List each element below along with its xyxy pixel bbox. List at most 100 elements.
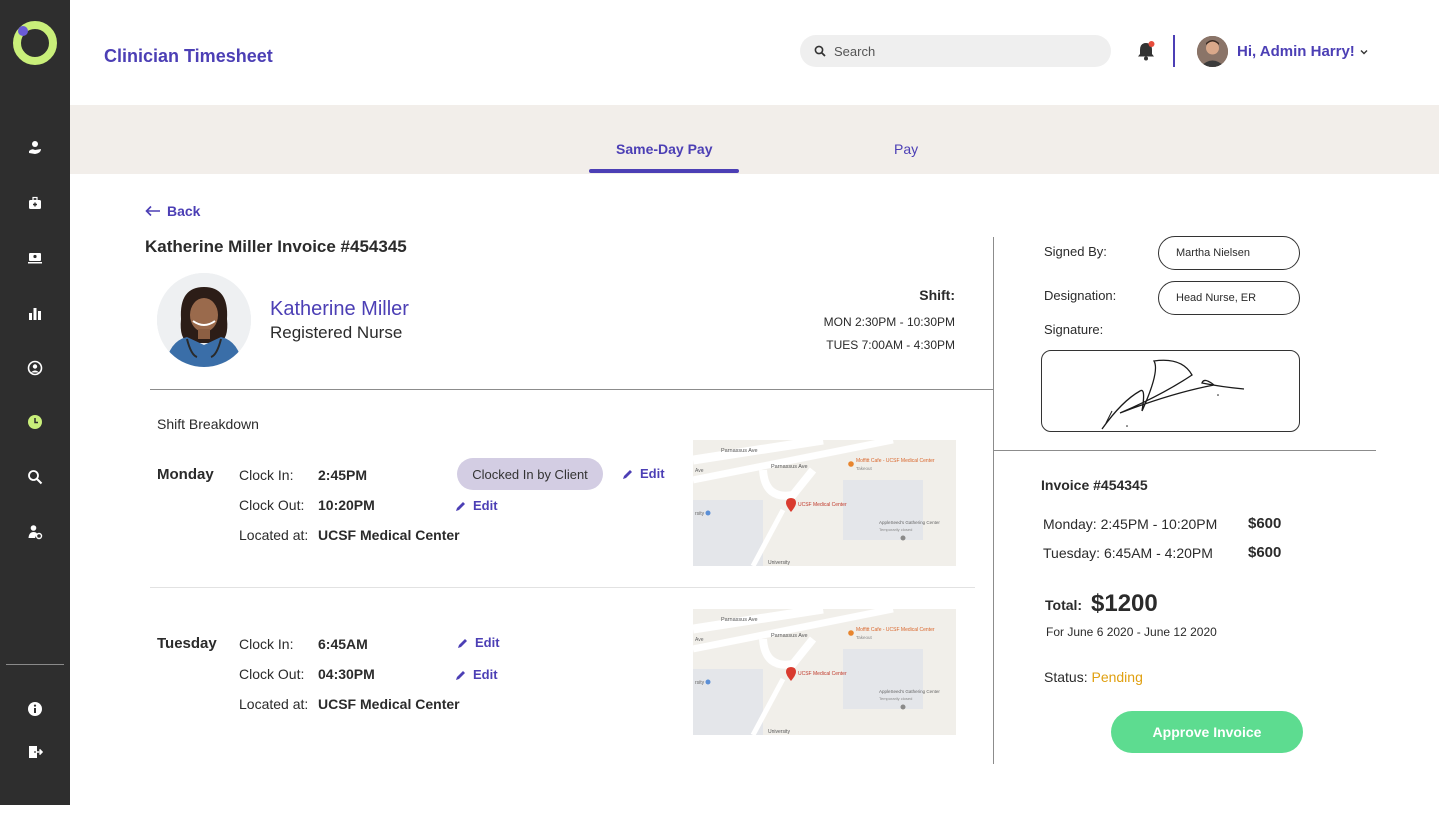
- invoice-title: Katherine Miller Invoice #454345: [145, 237, 407, 256]
- shift-line: MON 2:30PM - 10:30PM: [823, 315, 955, 329]
- svg-text:Takeout: Takeout: [856, 635, 873, 640]
- chevron-down-icon: [1360, 49, 1368, 54]
- pencil-icon: [456, 501, 465, 511]
- approve-invoice-button[interactable]: Approve Invoice: [1111, 711, 1303, 753]
- sidebar: [0, 0, 70, 805]
- edit-clock-in-button[interactable]: Edit: [457, 635, 500, 650]
- clock-in-value: 6:45AM: [318, 636, 368, 652]
- back-link[interactable]: Back: [145, 203, 200, 219]
- logout-icon[interactable]: [23, 740, 47, 764]
- signature-pad[interactable]: [1041, 350, 1300, 432]
- search-input[interactable]: [834, 43, 1094, 59]
- svg-text:Temporarily closed: Temporarily closed: [879, 696, 912, 701]
- divider: [150, 389, 993, 390]
- shift-line: TUES 7:00AM - 4:30PM: [826, 338, 955, 352]
- edit-clock-out-button[interactable]: Edit: [455, 667, 498, 682]
- summary-line-label: Tuesday: 6:45AM - 4:20PM: [1043, 545, 1213, 561]
- section-title: Shift Breakdown: [157, 416, 259, 432]
- bar-chart-icon[interactable]: [23, 301, 47, 325]
- sidebar-divider: [6, 664, 64, 665]
- divider: [150, 587, 975, 588]
- edit-clock-in-button[interactable]: Edit: [622, 466, 665, 481]
- svg-text:Parnassus Ave: Parnassus Ave: [721, 617, 758, 623]
- search-icon: [814, 45, 826, 57]
- svg-text:Parnassus Ave: Parnassus Ave: [721, 448, 758, 454]
- greeting-text: Hi, Admin Harry!: [1237, 43, 1355, 60]
- clock-in-value: 2:45PM: [318, 467, 368, 483]
- header-divider: [1173, 35, 1175, 67]
- clock-in-label: Clock In:: [239, 467, 294, 483]
- status-row: Status: Pending: [1044, 669, 1143, 685]
- svg-text:AppleSeed's Gathering Center: AppleSeed's Gathering Center: [879, 520, 940, 525]
- monitor-user-icon[interactable]: [23, 246, 47, 270]
- summary-line-amount: $600: [1248, 515, 1282, 532]
- clock-out-label: Clock Out:: [239, 666, 305, 682]
- svg-text:University: University: [768, 729, 790, 735]
- svg-text:Temporarily closed: Temporarily closed: [879, 527, 912, 532]
- clinician-role: Registered Nurse: [270, 323, 403, 342]
- svg-text:Moffitt Cafe - UCSF Medical Ce: Moffitt Cafe - UCSF Medical Center: [856, 627, 935, 633]
- signed-by-field[interactable]: Martha Nielsen: [1158, 236, 1300, 270]
- location-label: Located at:: [239, 527, 309, 543]
- summary-title: Invoice #454345: [1041, 477, 1148, 493]
- clock-out-value: 04:30PM: [318, 666, 375, 682]
- search-icon[interactable]: [23, 465, 47, 489]
- column-divider: [993, 237, 994, 764]
- clinician-photo: [157, 273, 251, 367]
- edit-label: Edit: [475, 635, 500, 650]
- summary-line-label: Monday: 2:45PM - 10:20PM: [1043, 516, 1218, 532]
- edit-label: Edit: [640, 466, 665, 481]
- shift-label: Shift:: [919, 287, 955, 303]
- medical-bag-icon[interactable]: [23, 191, 47, 215]
- tab-bar: Same-Day Pay Pay: [70, 105, 1439, 174]
- svg-text:UCSF Medical Center: UCSF Medical Center: [798, 502, 847, 508]
- tab-same-day-pay[interactable]: Same-Day Pay: [616, 141, 713, 157]
- user-menu[interactable]: Hi, Admin Harry!: [1237, 43, 1369, 60]
- clinician-name: Katherine Miller: [270, 298, 409, 320]
- svg-text:rsity: rsity: [695, 511, 705, 517]
- clock-in-label: Clock In:: [239, 636, 294, 652]
- logo-icon: [13, 21, 57, 65]
- signature-label: Signature:: [1044, 322, 1104, 337]
- designation-label: Designation:: [1044, 288, 1117, 303]
- svg-text:Ave: Ave: [695, 468, 704, 474]
- status-badge: Pending: [1091, 669, 1143, 685]
- billing-period: For June 6 2020 - June 12 2020: [1046, 625, 1217, 639]
- pencil-icon: [456, 670, 465, 680]
- notification-bell-icon[interactable]: [1136, 40, 1156, 62]
- svg-text:Takeout: Takeout: [856, 466, 873, 471]
- svg-text:University: University: [768, 560, 790, 566]
- svg-text:Parnassus Ave: Parnassus Ave: [771, 633, 808, 639]
- total-label: Total:: [1045, 597, 1083, 613]
- svg-text:Parnassus Ave: Parnassus Ave: [771, 464, 808, 470]
- user-circle-icon[interactable]: [23, 356, 47, 380]
- tab-pay[interactable]: Pay: [894, 141, 918, 157]
- map-monday[interactable]: Parnassus Ave Parnassus Ave Ave rsity Mo…: [693, 440, 956, 566]
- summary-line-amount: $600: [1248, 544, 1282, 561]
- clock-out-value: 10:20PM: [318, 497, 375, 513]
- back-label: Back: [167, 203, 201, 219]
- signature-image: [1101, 359, 1245, 430]
- user-settings-icon[interactable]: [23, 520, 47, 544]
- info-icon[interactable]: [23, 697, 47, 721]
- pencil-icon: [623, 469, 632, 479]
- clock-icon[interactable]: [23, 410, 47, 434]
- edit-label: Edit: [473, 667, 498, 682]
- signed-by-label: Signed By:: [1044, 244, 1107, 259]
- day-label: Tuesday: [157, 635, 217, 652]
- location-label: Located at:: [239, 696, 309, 712]
- edit-clock-out-button[interactable]: Edit: [455, 498, 498, 513]
- clock-out-label: Clock Out:: [239, 497, 305, 513]
- clocked-in-badge: Clocked In by Client: [457, 458, 603, 490]
- designation-field[interactable]: Head Nurse, ER: [1158, 281, 1300, 315]
- edit-label: Edit: [473, 498, 498, 513]
- pencil-icon: [458, 638, 467, 648]
- svg-text:Moffitt Cafe - UCSF Medical Ce: Moffitt Cafe - UCSF Medical Center: [856, 458, 935, 464]
- map-tuesday[interactable]: Parnassus Ave Parnassus Ave Ave rsity Mo…: [693, 609, 956, 735]
- status-label: Status:: [1044, 669, 1088, 685]
- search-bar[interactable]: [800, 35, 1111, 67]
- avatar[interactable]: [1197, 36, 1228, 67]
- location-value: UCSF Medical Center: [318, 527, 460, 543]
- hand-heart-icon[interactable]: [23, 136, 47, 160]
- svg-text:AppleSeed's Gathering Center: AppleSeed's Gathering Center: [879, 689, 940, 694]
